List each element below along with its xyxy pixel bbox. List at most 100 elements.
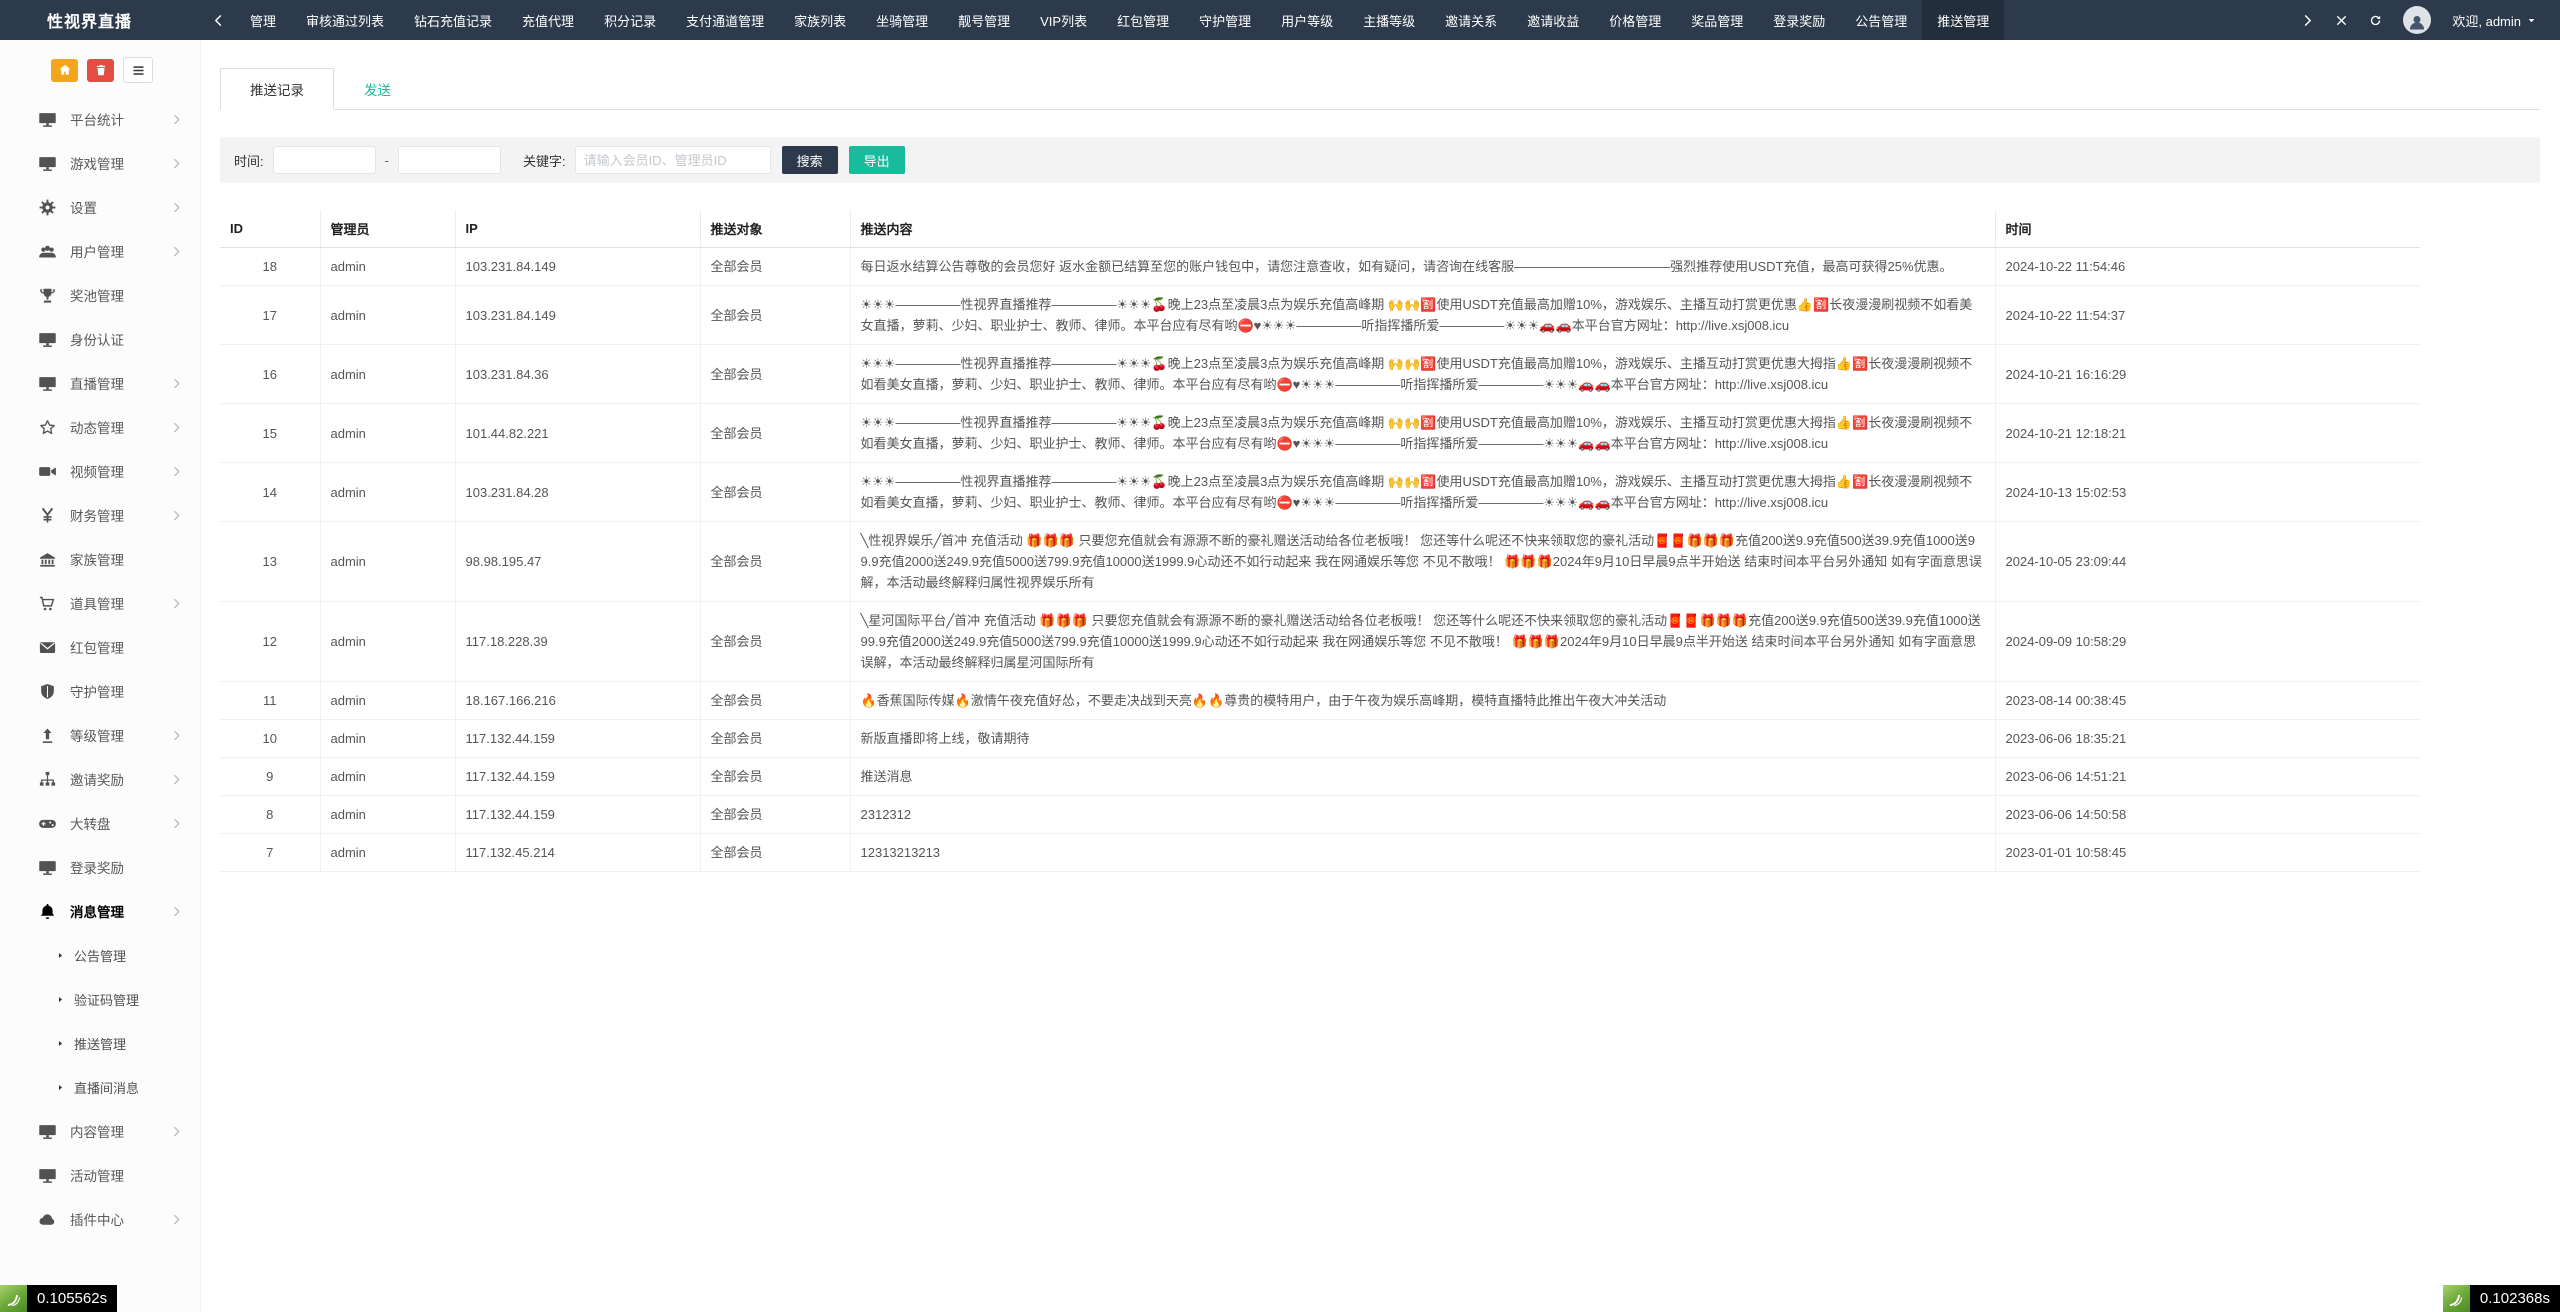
nav-tab-15[interactable]: 邀请关系 — [1430, 0, 1512, 40]
welcome-menu[interactable]: 欢迎, admin — [2452, 11, 2536, 30]
refresh-button[interactable] — [2369, 14, 2382, 27]
sidebar-item-3[interactable]: 用户管理 — [0, 229, 200, 273]
avatar[interactable] — [2403, 6, 2431, 34]
sidebar-item-2[interactable]: 设置 — [0, 185, 200, 229]
nav-tab-20[interactable]: 公告管理 — [1840, 0, 1922, 40]
nav-tab-14[interactable]: 主播等级 — [1348, 0, 1430, 40]
column-header-4: 推送对象 — [700, 210, 850, 248]
nav-tab-19[interactable]: 登录奖励 — [1758, 0, 1840, 40]
sidebar-item-24[interactable]: 活动管理 — [0, 1153, 200, 1197]
clear-cache-button[interactable] — [87, 59, 114, 82]
sidebar-item-23[interactable]: 内容管理 — [0, 1109, 200, 1153]
sidebar-item-0[interactable]: 平台统计 — [0, 97, 200, 141]
table-row: 9admin117.132.44.159全部会员推送消息2023-06-06 1… — [220, 758, 2420, 796]
sidebar-item-14[interactable]: 等级管理 — [0, 713, 200, 757]
cell-target: 全部会员 — [700, 286, 850, 345]
perf-time-right: 0.102368s — [2470, 1285, 2560, 1312]
trash-icon — [94, 63, 108, 77]
sidebar-subitem-21[interactable]: 推送管理 — [0, 1021, 200, 1065]
nav-tab-6[interactable]: 支付通道管理 — [671, 0, 779, 40]
tab-2[interactable]: 发送 — [334, 68, 421, 110]
sidebar-item-18[interactable]: 消息管理 — [0, 889, 200, 933]
sidebar-subitem-19[interactable]: 公告管理 — [0, 933, 200, 977]
nav-tab-1[interactable]: 管理 — [235, 0, 291, 40]
cell-admin: admin — [320, 720, 455, 758]
cell-admin: admin — [320, 682, 455, 720]
nav-tab-11[interactable]: 红包管理 — [1102, 0, 1184, 40]
nav-tab-2[interactable]: 审核通过列表 — [291, 0, 399, 40]
nav-tab-18[interactable]: 奖品管理 — [1676, 0, 1758, 40]
chevron-right-icon — [171, 598, 182, 609]
close-tabs-button[interactable] — [2335, 14, 2348, 27]
nav-tab-9[interactable]: 靓号管理 — [943, 0, 1025, 40]
keyword-input[interactable] — [575, 146, 771, 174]
sidebar-item-17[interactable]: 登录奖励 — [0, 845, 200, 889]
nav-tab-17[interactable]: 价格管理 — [1594, 0, 1676, 40]
home-button[interactable] — [51, 59, 78, 82]
nav-tab-10[interactable]: VIP列表 — [1025, 0, 1102, 40]
sidebar-item-4[interactable]: 奖池管理 — [0, 273, 200, 317]
sidebar-item-7[interactable]: 动态管理 — [0, 405, 200, 449]
chevron-right-icon — [171, 1214, 182, 1225]
cell-id: 18 — [220, 248, 320, 286]
monitor-icon — [38, 1122, 57, 1141]
sidebar-item-16[interactable]: 大转盘 — [0, 801, 200, 845]
cell-id: 15 — [220, 404, 320, 463]
nav-tab-4[interactable]: 充值代理 — [507, 0, 589, 40]
nav-scroll-right-button[interactable] — [2301, 14, 2314, 27]
framework-logo-icon — [2443, 1285, 2470, 1312]
sidebar-item-5[interactable]: 身份认证 — [0, 317, 200, 361]
sidebar-subitem-20[interactable]: 验证码管理 — [0, 977, 200, 1021]
nav-tab-7[interactable]: 家族列表 — [779, 0, 861, 40]
video-icon — [38, 462, 57, 481]
sidebar-item-label: 视频管理 — [70, 461, 124, 481]
nav-tab-21[interactable]: 推送管理 — [1922, 0, 2004, 40]
table-row: 11admin18.167.166.216全部会员🔥香蕉国际传媒🔥激情午夜充值好… — [220, 682, 2420, 720]
time-range-separator: - — [385, 153, 389, 168]
time-end-input[interactable] — [398, 146, 501, 174]
nav-tab-13[interactable]: 用户等级 — [1266, 0, 1348, 40]
cell-ip: 117.132.44.159 — [455, 720, 700, 758]
home-icon — [58, 63, 72, 77]
chevron-right-icon — [171, 114, 182, 125]
tab-1[interactable]: 推送记录 — [220, 68, 334, 110]
sidebar-item-label: 消息管理 — [70, 901, 124, 921]
nav-tab-16[interactable]: 邀请收益 — [1512, 0, 1594, 40]
framework-logo-icon — [0, 1285, 27, 1312]
search-button[interactable]: 搜索 — [782, 146, 838, 174]
sidebar-item-13[interactable]: 守护管理 — [0, 669, 200, 713]
sidebar-item-8[interactable]: 视频管理 — [0, 449, 200, 493]
sidebar-item-1[interactable]: 游戏管理 — [0, 141, 200, 185]
cell-admin: admin — [320, 248, 455, 286]
nav-tab-3[interactable]: 钻石充值记录 — [399, 0, 507, 40]
nav-scroll-left-button[interactable] — [201, 0, 235, 40]
sidebar-item-25[interactable]: 插件中心 — [0, 1197, 200, 1241]
cell-time: 2024-09-09 10:58:29 — [1995, 602, 2420, 682]
sidebar-subitem-22[interactable]: 直播间消息 — [0, 1065, 200, 1109]
nav-tab-12[interactable]: 守护管理 — [1184, 0, 1266, 40]
table-header-row: ID管理员IP推送对象推送内容时间 — [220, 210, 2420, 248]
triangle-right-icon — [56, 1083, 65, 1092]
export-button[interactable]: 导出 — [849, 146, 905, 174]
sitemap-icon — [38, 770, 57, 789]
sidebar-item-6[interactable]: 直播管理 — [0, 361, 200, 405]
nav-tab-8[interactable]: 坐骑管理 — [861, 0, 943, 40]
chevron-right-icon — [171, 466, 182, 477]
sidebar-item-11[interactable]: 道具管理 — [0, 581, 200, 625]
cell-admin: admin — [320, 463, 455, 522]
time-start-input[interactable] — [273, 146, 376, 174]
sidebar-item-10[interactable]: 家族管理 — [0, 537, 200, 581]
cell-target: 全部会员 — [700, 345, 850, 404]
sidebar-item-12[interactable]: 红包管理 — [0, 625, 200, 669]
app-root: 性视界直播 管理审核通过列表钻石充值记录充值代理积分记录支付通道管理家族列表坐骑… — [0, 0, 2560, 1312]
cell-admin: admin — [320, 404, 455, 463]
cell-id: 13 — [220, 522, 320, 602]
nav-tab-5[interactable]: 积分记录 — [589, 0, 671, 40]
monitor-icon — [38, 330, 57, 349]
cell-content: 每日返水结算公告尊敬的会员您好 返水金额已结算至您的账户钱包中，请您注意查收，如… — [850, 248, 1995, 286]
cell-content: 🔥香蕉国际传媒🔥激情午夜充值好怂，不要走决战到天亮🔥🔥尊贵的模特用户，由于午夜为… — [850, 682, 1995, 720]
sidebar-item-15[interactable]: 邀请奖励 — [0, 757, 200, 801]
arrow-up-icon — [38, 726, 57, 745]
menu-toggle-button[interactable] — [123, 57, 153, 83]
sidebar-item-9[interactable]: 财务管理 — [0, 493, 200, 537]
